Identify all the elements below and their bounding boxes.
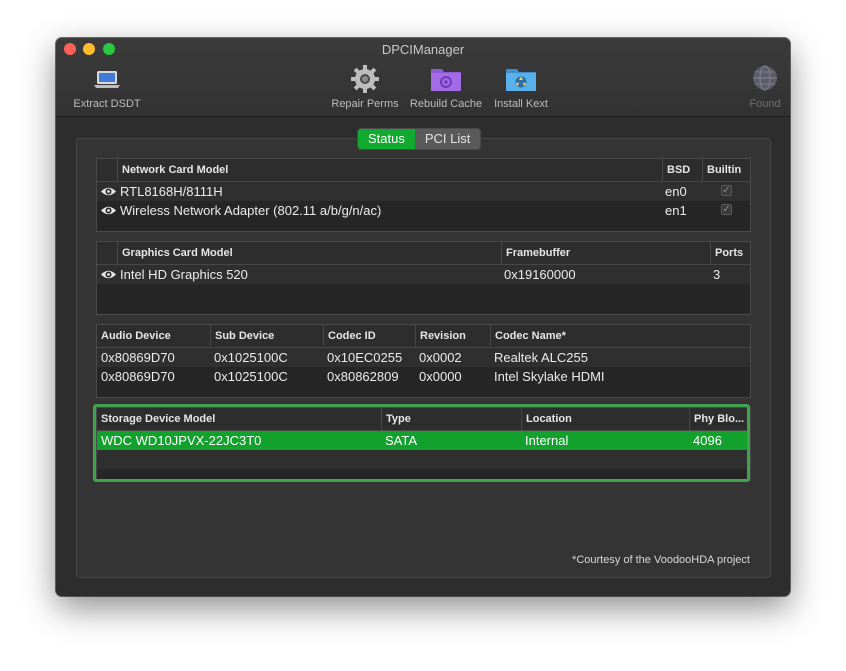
column-header[interactable]: Framebuffer (501, 242, 710, 264)
graphics-table-header: Graphics Card Model Framebuffer Ports (97, 242, 750, 265)
builtin-checkbox[interactable]: ✓ (721, 185, 732, 196)
tab-status[interactable]: Status (358, 129, 415, 149)
rebuild-cache-button[interactable]: Rebuild Cache (406, 64, 486, 110)
column-header[interactable]: Revision (415, 325, 490, 347)
type-cell: SATA (385, 433, 418, 448)
column-header[interactable]: Type (381, 408, 521, 430)
eye-icon[interactable] (100, 204, 117, 217)
repair-perms-label: Repair Perms (331, 98, 399, 110)
folder-gear-icon (430, 64, 462, 94)
found-label: Found (749, 98, 781, 110)
eye-icon[interactable] (100, 268, 117, 281)
column-header[interactable]: Network Card Model (117, 159, 662, 181)
location-cell: Internal (525, 433, 569, 448)
eye-column-header (97, 159, 117, 181)
eye-icon[interactable] (100, 185, 117, 198)
codec-id-cell: 0x80862809 (327, 369, 399, 384)
globe-icon (749, 64, 781, 94)
column-header[interactable]: Sub Device (210, 325, 323, 347)
phy-block-cell: 4096 (693, 433, 722, 448)
table-row (97, 284, 750, 303)
gear-icon (349, 64, 381, 94)
revision-cell: 0x0002 (419, 350, 462, 365)
found-button[interactable]: Found (742, 64, 788, 110)
column-header[interactable]: Storage Device Model (97, 408, 381, 430)
revision-cell: 0x0000 (419, 369, 462, 384)
table-row[interactable]: Intel HD Graphics 520 0x19160000 3 (97, 265, 750, 284)
network-table-header: Network Card Model BSD Builtin (97, 159, 750, 182)
codec-name-cell: Intel Skylake HDMI (494, 369, 605, 384)
graphics-table[interactable]: Graphics Card Model Framebuffer Ports In… (96, 241, 751, 315)
app-window: DPCIManager Extract DSDT Repair Perms Re… (56, 38, 790, 596)
codec-name-cell: Realtek ALC255 (494, 350, 588, 365)
storage-model-cell: WDC WD10JPVX-22JC3T0 (101, 433, 262, 448)
rebuild-cache-label: Rebuild Cache (409, 98, 483, 110)
sub-device-cell: 0x1025100C (214, 350, 288, 365)
column-header[interactable]: Codec ID (323, 325, 415, 347)
footnote: *Courtesy of the VoodooHDA project (572, 554, 750, 566)
framebuffer-cell: 0x19160000 (504, 267, 576, 282)
ports-cell: 3 (713, 267, 721, 282)
graphics-model-cell: Intel HD Graphics 520 (120, 267, 248, 282)
column-header[interactable]: Audio Device (97, 325, 210, 347)
table-row[interactable]: RTL8168H/8111H en0 ✓ (97, 182, 750, 201)
column-header[interactable]: Graphics Card Model (117, 242, 501, 264)
table-row (97, 450, 750, 469)
audio-device-cell: 0x80869D70 (101, 350, 175, 365)
storage-table-header: Storage Device Model Type Location Phy B… (97, 408, 750, 431)
bsd-cell: en0 (665, 184, 687, 199)
audio-device-cell: 0x80869D70 (101, 369, 175, 384)
eye-column-header (97, 242, 117, 264)
title-bar: DPCIManager Extract DSDT Repair Perms Re… (56, 38, 790, 117)
network-model-cell: RTL8168H/8111H (120, 184, 223, 199)
table-row[interactable]: Wireless Network Adapter (802.11 a/b/g/n… (97, 201, 750, 220)
builtin-checkbox[interactable]: ✓ (721, 204, 732, 215)
folder-kext-icon (505, 64, 537, 94)
table-row[interactable]: 0x80869D70 0x1025100C 0x80862809 0x0000 … (97, 367, 750, 386)
window-title: DPCIManager (381, 42, 465, 57)
bsd-cell: en1 (665, 203, 687, 218)
column-header[interactable]: Phy Blo... (689, 408, 750, 430)
column-header[interactable]: BSD (662, 159, 702, 181)
audio-table-header: Audio Device Sub Device Codec ID Revisio… (97, 325, 750, 348)
network-table[interactable]: Network Card Model BSD Builtin RTL8168H/… (96, 158, 751, 232)
extract-dsdt-button[interactable]: Extract DSDT (64, 64, 150, 110)
network-model-cell: Wireless Network Adapter (802.11 a/b/g/n… (120, 203, 382, 218)
table-row[interactable]: 0x80869D70 0x1025100C 0x10EC0255 0x0002 … (97, 348, 750, 367)
sub-device-cell: 0x1025100C (214, 369, 288, 384)
view-tabs: Status PCI List (357, 128, 482, 150)
install-kext-button[interactable]: Install Kext (490, 64, 552, 110)
extract-dsdt-label: Extract DSDT (73, 98, 141, 110)
storage-table[interactable]: Storage Device Model Type Location Phy B… (96, 407, 751, 481)
column-header[interactable]: Codec Name* (490, 325, 750, 347)
column-header[interactable]: Location (521, 408, 689, 430)
codec-id-cell: 0x10EC0255 (327, 350, 403, 365)
audio-table[interactable]: Audio Device Sub Device Codec ID Revisio… (96, 324, 751, 398)
tab-pci-list[interactable]: PCI List (414, 129, 481, 149)
column-header[interactable]: Ports (710, 242, 750, 264)
laptop-icon (91, 64, 123, 94)
repair-perms-button[interactable]: Repair Perms (328, 64, 402, 110)
table-row[interactable]: WDC WD10JPVX-22JC3T0 SATA Internal 4096 (97, 431, 750, 450)
column-header[interactable]: Builtin (702, 159, 750, 181)
install-kext-label: Install Kext (494, 98, 548, 110)
